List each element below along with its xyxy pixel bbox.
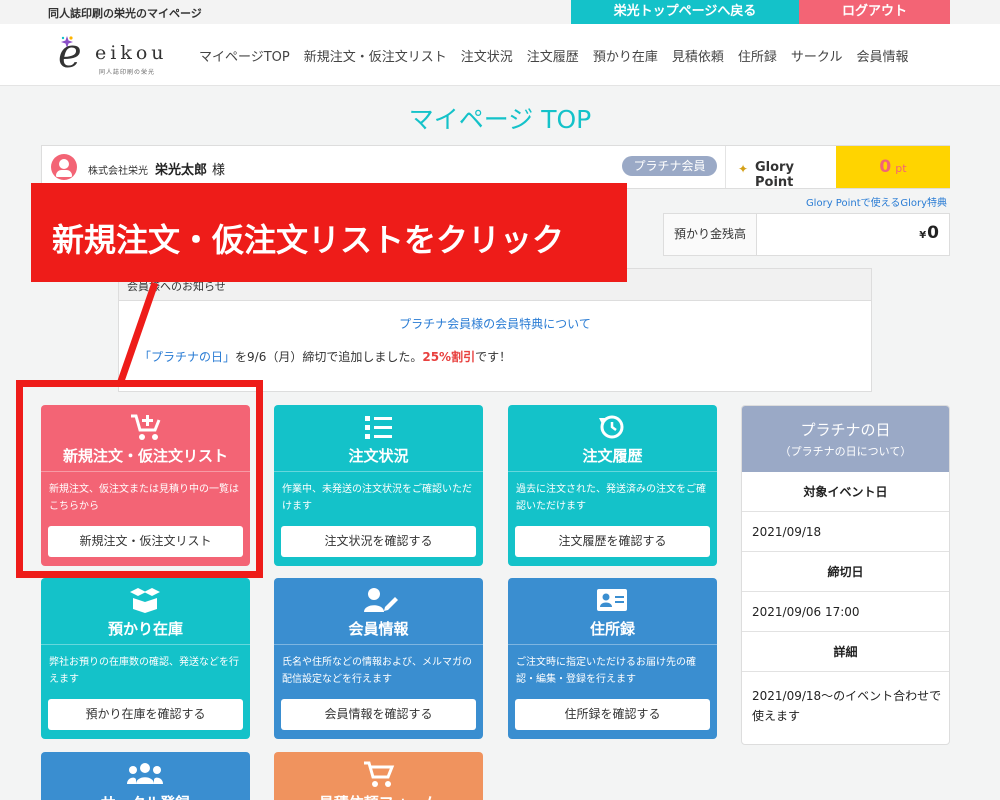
logo-subtitle: 同人誌印刷の栄光 [99, 69, 156, 76]
tutorial-instruction-banner: 新規注文・仮注文リストをクリック [31, 183, 627, 282]
member-notice: 会員様へのお知らせ プラチナ会員様の会員特典について 「プラチナの日」を9/6（… [118, 268, 872, 392]
platinum-benefits-link[interactable]: プラチナ会員様の会員特典について [119, 315, 871, 332]
nav-order-status[interactable]: 注文状況 [461, 46, 513, 65]
box-open-icon [130, 588, 160, 613]
card-title: 預かり在庫 [107, 620, 183, 638]
honorific: 様 [212, 163, 226, 178]
card-description: 弊社お預りの在庫数の確認、発送などを行えます [49, 657, 239, 685]
address-book-button[interactable]: 住所録を確認する [515, 699, 710, 730]
card-title: 見積依頼フォーム [274, 792, 483, 800]
deposit-balance: 預かり金残高 ¥0 [663, 213, 950, 256]
users-icon [127, 763, 163, 784]
card-title: 住所録 [589, 620, 635, 638]
tutorial-instruction-text: 新規注文・仮注文リストをクリック [52, 221, 565, 259]
member-rank-badge: プラチナ会員 [622, 156, 717, 176]
logo-wordmark: eikou [95, 42, 168, 64]
event-title: プラチナの日 [800, 421, 891, 439]
eikou-logo[interactable]: e eikou 同人誌印刷の栄光 [55, 32, 183, 78]
balance-value: ¥0 [919, 223, 939, 243]
glory-point-logo: ✦ Glory Point [725, 146, 835, 190]
event-header[interactable]: プラチナの日 （プラチナの日について） [742, 406, 949, 472]
points-value: 0 [879, 157, 892, 177]
card-title: 注文状況 [348, 447, 409, 465]
member-info-button[interactable]: 会員情報を確認する [281, 699, 476, 730]
glory-benefits-link[interactable]: Glory Pointで使えるGlory特典 [806, 194, 947, 209]
card-circle-registration[interactable]: サークル登録 [41, 752, 250, 800]
points-unit: pt [895, 162, 907, 175]
nav-order-history[interactable]: 注文履歴 [527, 46, 579, 65]
page-title: マイページ TOP [408, 105, 592, 134]
nav-stock[interactable]: 預かり在庫 [593, 46, 658, 65]
stock-button[interactable]: 預かり在庫を確認する [48, 699, 243, 730]
card-description: ご注文時に指定いただけるお届け先の確認・編集・登録を行えます [516, 657, 696, 685]
card-order-history[interactable]: 注文履歴 過去に注文された、発送済みの注文をご確認いただけます 注文履歴を確認す… [508, 405, 717, 566]
card-order-status[interactable]: 注文状況 作業中、未発送の注文状況をご確認いただけます 注文状況を確認する [274, 405, 483, 566]
nav-member-info[interactable]: 会員情報 [856, 46, 908, 65]
deadline-label: 締切日 [742, 552, 949, 592]
target-event-label: 対象イベント日 [742, 472, 949, 512]
cart-icon [364, 761, 395, 787]
platinum-day-panel: プラチナの日 （プラチナの日について） 対象イベント日 2021/09/18 締… [741, 405, 950, 745]
history-icon [599, 415, 624, 439]
card-title: サークル登録 [41, 792, 250, 800]
detail-label: 詳細 [742, 632, 949, 672]
site-caption: 同人誌印刷の栄光のマイページ [48, 7, 202, 20]
nav-new-order-list[interactable]: 新規注文・仮注文リスト [304, 46, 447, 65]
card-title: 注文履歴 [582, 447, 643, 465]
user-name: 栄光太郎 [155, 163, 208, 178]
tutorial-highlight-box [16, 380, 263, 578]
header: e eikou 同人誌印刷の栄光 マイページTOP 新規注文・仮注文リスト 注文… [0, 24, 1000, 86]
user-edit-icon [364, 588, 398, 612]
card-stock[interactable]: 預かり在庫 弊社お預りの在庫数の確認、発送などを行えます 預かり在庫を確認する [41, 578, 250, 739]
nav-mypage-top[interactable]: マイページTOP [199, 46, 290, 65]
back-to-top-page-link[interactable]: 栄光トップページへ戻る [571, 0, 799, 24]
notice-text: 「プラチナの日」を9/6（月）締切で追加しました。25%割引です！ [139, 350, 512, 364]
main-nav: マイページTOP 新規注文・仮注文リスト 注文状況 注文履歴 預かり在庫 見積依… [199, 46, 909, 65]
card-title: 会員情報 [348, 620, 409, 638]
card-description: 過去に注文された、発送済みの注文をご確認いただけます [516, 484, 706, 512]
card-estimate-form[interactable]: 見積依頼フォーム [274, 752, 483, 800]
address-card-icon [597, 589, 627, 611]
order-history-button[interactable]: 注文履歴を確認する [515, 526, 710, 557]
company-name: 株式会社栄光 [88, 166, 148, 177]
deadline-value: 2021/09/06 17:00 [742, 592, 949, 632]
platinum-day-link[interactable]: 「プラチナの日」 [139, 350, 235, 364]
detail-value: 2021/09/18〜のイベント合わせで使えます [752, 689, 942, 723]
logout-button[interactable]: ログアウト [799, 0, 950, 24]
nav-address-book[interactable]: 住所録 [738, 46, 777, 65]
card-description: 氏名や住所などの情報および、メルマガの配信設定などを行えます [282, 657, 472, 685]
event-subtitle[interactable]: （プラチナの日について） [742, 443, 949, 459]
nav-circle[interactable]: サークル [791, 46, 843, 65]
points-display: 0 pt [836, 146, 950, 188]
avatar-icon [51, 154, 77, 180]
glory-star-icon: ✦ [738, 162, 749, 176]
target-event-value: 2021/09/18 [742, 512, 949, 552]
top-strip: 同人誌印刷の栄光のマイページ 栄光トップページへ戻る ログアウト [0, 0, 1000, 24]
nav-estimate[interactable]: 見積依頼 [672, 46, 724, 65]
order-status-button[interactable]: 注文状況を確認する [281, 526, 476, 557]
card-description: 作業中、未発送の注文状況をご確認いただけます [282, 484, 472, 512]
balance-label: 預かり金残高 [664, 214, 757, 255]
card-member-info[interactable]: 会員情報 氏名や住所などの情報および、メルマガの配信設定などを行えます 会員情報… [274, 578, 483, 739]
card-address-book[interactable]: 住所録 ご注文時に指定いただけるお届け先の確認・編集・登録を行えます 住所録を確… [508, 578, 717, 739]
list-icon [365, 416, 392, 439]
